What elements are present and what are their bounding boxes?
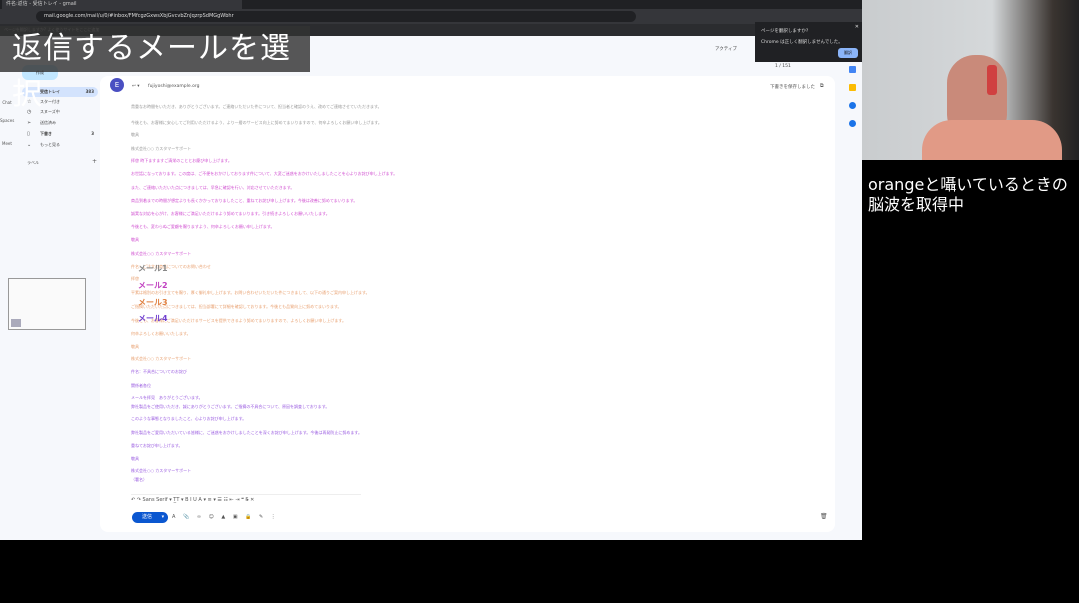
send-button[interactable]: 送信 ▾ xyxy=(132,512,168,523)
mail-label-1[interactable]: メール1 xyxy=(138,263,168,274)
body-line: （署名） xyxy=(131,477,147,482)
active-status[interactable]: アクティブ xyxy=(715,46,737,52)
compose-tools[interactable]: A 📎 ∞ ☺ ▲ ▣ 🔒 ✎ ⋮ xyxy=(172,512,279,523)
body-line: 件名：不具合についてのお詫び xyxy=(131,369,187,374)
nav-label: 下書き xyxy=(40,131,52,136)
eeg-electrode xyxy=(987,65,997,95)
body-line: 株式会社○○ カスタマーサポート xyxy=(131,146,192,151)
reply-icon[interactable]: ↩ ▾ xyxy=(132,84,139,89)
body-line: 貴重なお時間をいただき、ありがとうございます。ご連絡いただいた件について、担当者… xyxy=(131,104,382,109)
mail-label-4[interactable]: メール4 xyxy=(138,313,168,324)
body-line: 敬具 xyxy=(131,344,139,349)
body-line: 敬具 xyxy=(131,237,139,242)
nav-label: 送信済み xyxy=(40,120,56,125)
tasks-icon[interactable] xyxy=(849,102,856,109)
overlay-caption: 返信するメールを選択 xyxy=(0,26,310,112)
popup-body: Chrome は正しく翻訳しませんでした。 xyxy=(761,40,843,45)
pagination: 1 / 151 xyxy=(775,64,791,69)
side-panel xyxy=(843,62,862,540)
send-icon: ➢ xyxy=(27,120,32,126)
contacts-icon[interactable] xyxy=(849,120,856,127)
send-label: 送信 xyxy=(142,514,153,520)
keep-icon[interactable] xyxy=(849,84,856,91)
nav-sent[interactable]: ➢ 送信済み xyxy=(22,118,98,128)
calendar-icon[interactable] xyxy=(849,66,856,73)
body-line: 弊社製品をご使用いただき、誠にありがとうございます。ご指摘の不具合について、原因… xyxy=(131,404,330,409)
mail-label-3[interactable]: メール3 xyxy=(138,297,168,308)
nav-label: 受信トレイ xyxy=(40,89,60,94)
body-line: 敬具 xyxy=(131,132,139,137)
add-label-icon[interactable]: + xyxy=(92,158,97,165)
popout-icon[interactable]: ⧉ xyxy=(820,83,824,89)
close-icon[interactable]: ✕ xyxy=(855,24,859,30)
nav-drafts[interactable]: ▯ 下書き 3 xyxy=(22,129,98,139)
body-line: 拝啓 時下ますますご清栄のこととお慶び申し上げます。 xyxy=(131,158,232,163)
chevron-down-icon: ⌄ xyxy=(27,142,32,148)
translate-popup: ページを翻訳しますか? Chrome は正しく翻訳しませんでした。 ✕ 翻訳 xyxy=(755,22,862,62)
nav-more[interactable]: ⌄ もっと見る xyxy=(22,140,98,150)
translate-button[interactable]: 翻訳 xyxy=(838,48,858,58)
side-caption: orangeと囁いているときの脳波を取得中 xyxy=(868,175,1068,214)
nav-label: スター付き xyxy=(40,99,60,104)
avatar: E xyxy=(110,78,124,92)
body-line: 株式会社○○ カスタマーサポート xyxy=(131,468,192,473)
url-field[interactable]: mail.google.com/mail/u/0/#inbox/FMfcgzGx… xyxy=(36,11,636,22)
chevron-down-icon[interactable]: ▾ xyxy=(162,514,165,520)
webcam-feed xyxy=(862,0,1079,160)
popup-title: ページを翻訳しますか? xyxy=(761,29,809,34)
nav-count: 3 xyxy=(91,131,94,136)
nav-count: 383 xyxy=(85,89,94,94)
body-line: 今後とも、変わらぬご愛顧を賜りますよう、何卒よろしくお願い申し上げます。 xyxy=(131,224,275,229)
body-line: 敬具 xyxy=(131,456,139,461)
browser-screen: 件名:返信 - 受信トレイ - gmail mail.google.com/ma… xyxy=(0,0,862,540)
draft-saved-status: 下書きを保存しました xyxy=(770,85,815,90)
body-line: このような事態となりましたこと、心よりお詫び申し上げます。 xyxy=(131,416,247,421)
body-line: 何卒よろしくお願いいたします。 xyxy=(131,331,191,336)
nav-label: もっと見る xyxy=(40,142,60,147)
body-line: メールを拝見 ありがとうございます。 xyxy=(131,395,203,400)
file-icon: ▯ xyxy=(27,131,30,137)
body-line: 弊社製品をご愛用いただいている皆様に、ご迷惑をおかけしましたことを深くお詫び申し… xyxy=(131,430,362,435)
mini-window-preview xyxy=(8,278,86,330)
body-line: 株式会社○○ カスタマーサポート xyxy=(131,251,192,256)
body-line: 重ねてお詫び申し上げます。 xyxy=(131,443,183,448)
body-line: 関係者各位 xyxy=(131,383,151,388)
rail-meet[interactable]: Meet xyxy=(0,141,14,146)
body-line: 株式会社○○ カスタマーサポート xyxy=(131,356,192,361)
body-line: 今後とも、お客様に安心してご利用いただけるよう、より一層のサービス向上に努めてま… xyxy=(131,120,382,125)
mail-label-2[interactable]: メール2 xyxy=(138,280,168,291)
thumbnail xyxy=(11,319,21,327)
body-line: 誠実な対応を心がけ、お客様にご満足いただけるよう努めてまいります。引き続きよろし… xyxy=(131,211,330,216)
address-bar-row: mail.google.com/mail/u/0/#inbox/FMfcgzGx… xyxy=(0,9,862,24)
person-shoulders xyxy=(922,120,1062,160)
recipient-field[interactable]: fujiyoshi@example.org xyxy=(148,84,199,89)
body-line: お世話になっております。この度は、ご不便をおかけしております件について、大変ご迷… xyxy=(131,171,398,176)
labels-heading: ラベル xyxy=(27,160,39,165)
body-line: 商品到着までの時間が想定よりも長くかかっておりましたこと、重ねてお詫び申し上げま… xyxy=(131,198,358,203)
trash-icon[interactable]: 🗑 xyxy=(820,513,828,520)
tab-bar: 件名:返信 - 受信トレイ - gmail xyxy=(0,0,862,9)
body-line: また、ご連絡いただいた点につきましては、早急に確認を行い、対応させていただきます… xyxy=(131,185,295,190)
rail-spaces[interactable]: Spaces xyxy=(0,118,14,123)
format-toolbar[interactable]: ↶ ↷ Sans Serif ▾ T̲T ▾ B I U A ▾ ≡ ▾ ☰ ☷… xyxy=(131,494,361,504)
browser-tab[interactable]: 件名:返信 - 受信トレイ - gmail xyxy=(2,0,242,9)
